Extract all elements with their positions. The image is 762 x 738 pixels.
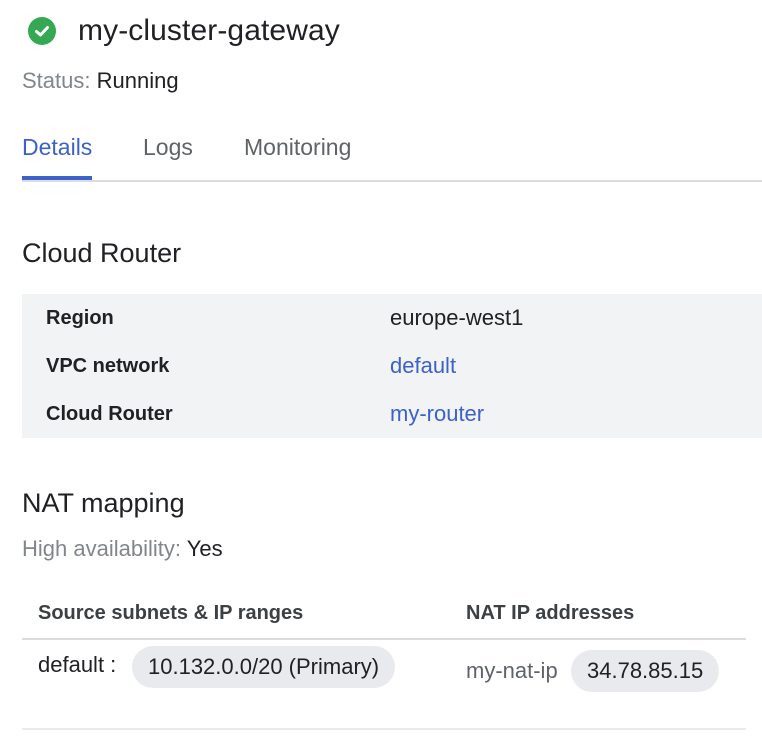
column-header-nat-ip: NAT IP addresses — [466, 602, 635, 624]
page-header: my-cluster-gateway — [26, 14, 340, 48]
tab-logs[interactable]: Logs — [143, 134, 193, 178]
status-line: Status: Running — [22, 68, 179, 94]
nat-ip-chip: 34.78.85.15 — [571, 650, 720, 692]
ip-range-chip: 10.132.0.0/20 (Primary) — [132, 646, 396, 688]
page-title: my-cluster-gateway — [78, 14, 340, 47]
check-circle-icon — [28, 17, 56, 45]
region-value: europe-west1 — [390, 305, 524, 330]
nat-mapping-table: Source subnets & IP ranges NAT IP addres… — [22, 590, 746, 730]
table-header: Source subnets & IP ranges NAT IP addres… — [22, 590, 746, 640]
tab-details[interactable]: Details — [22, 134, 93, 180]
cloud-router-link[interactable]: my-router — [390, 401, 484, 427]
tab-bar: Details Logs Monitoring — [22, 130, 762, 182]
kv-key: Cloud Router — [46, 402, 173, 425]
ha-value: Yes — [186, 536, 223, 561]
column-header-source: Source subnets & IP ranges — [38, 602, 304, 624]
status-label: Status: — [22, 68, 91, 93]
vpc-network-link[interactable]: default — [390, 353, 456, 379]
cloud-router-heading: Cloud Router — [22, 238, 182, 268]
cloud-router-table: Region europe-west1 VPC network default … — [22, 294, 762, 438]
kv-row-vpc-network: VPC network default — [22, 342, 762, 390]
status-value: Running — [96, 68, 179, 93]
kv-key: Region — [46, 306, 114, 329]
high-availability-line: High availability: Yes — [22, 536, 223, 562]
table-row: default : 10.132.0.0/20 (Primary) my-nat… — [22, 640, 746, 730]
kv-row-cloud-router: Cloud Router my-router — [22, 390, 762, 438]
nat-ip-name: my-nat-ip — [466, 658, 558, 683]
subnet-name: default : — [38, 652, 117, 677]
kv-key: VPC network — [46, 354, 170, 377]
kv-row-region: Region europe-west1 — [22, 294, 762, 342]
ha-label: High availability: — [22, 536, 181, 561]
tab-monitoring[interactable]: Monitoring — [244, 134, 351, 178]
nat-mapping-heading: NAT mapping — [22, 488, 185, 518]
